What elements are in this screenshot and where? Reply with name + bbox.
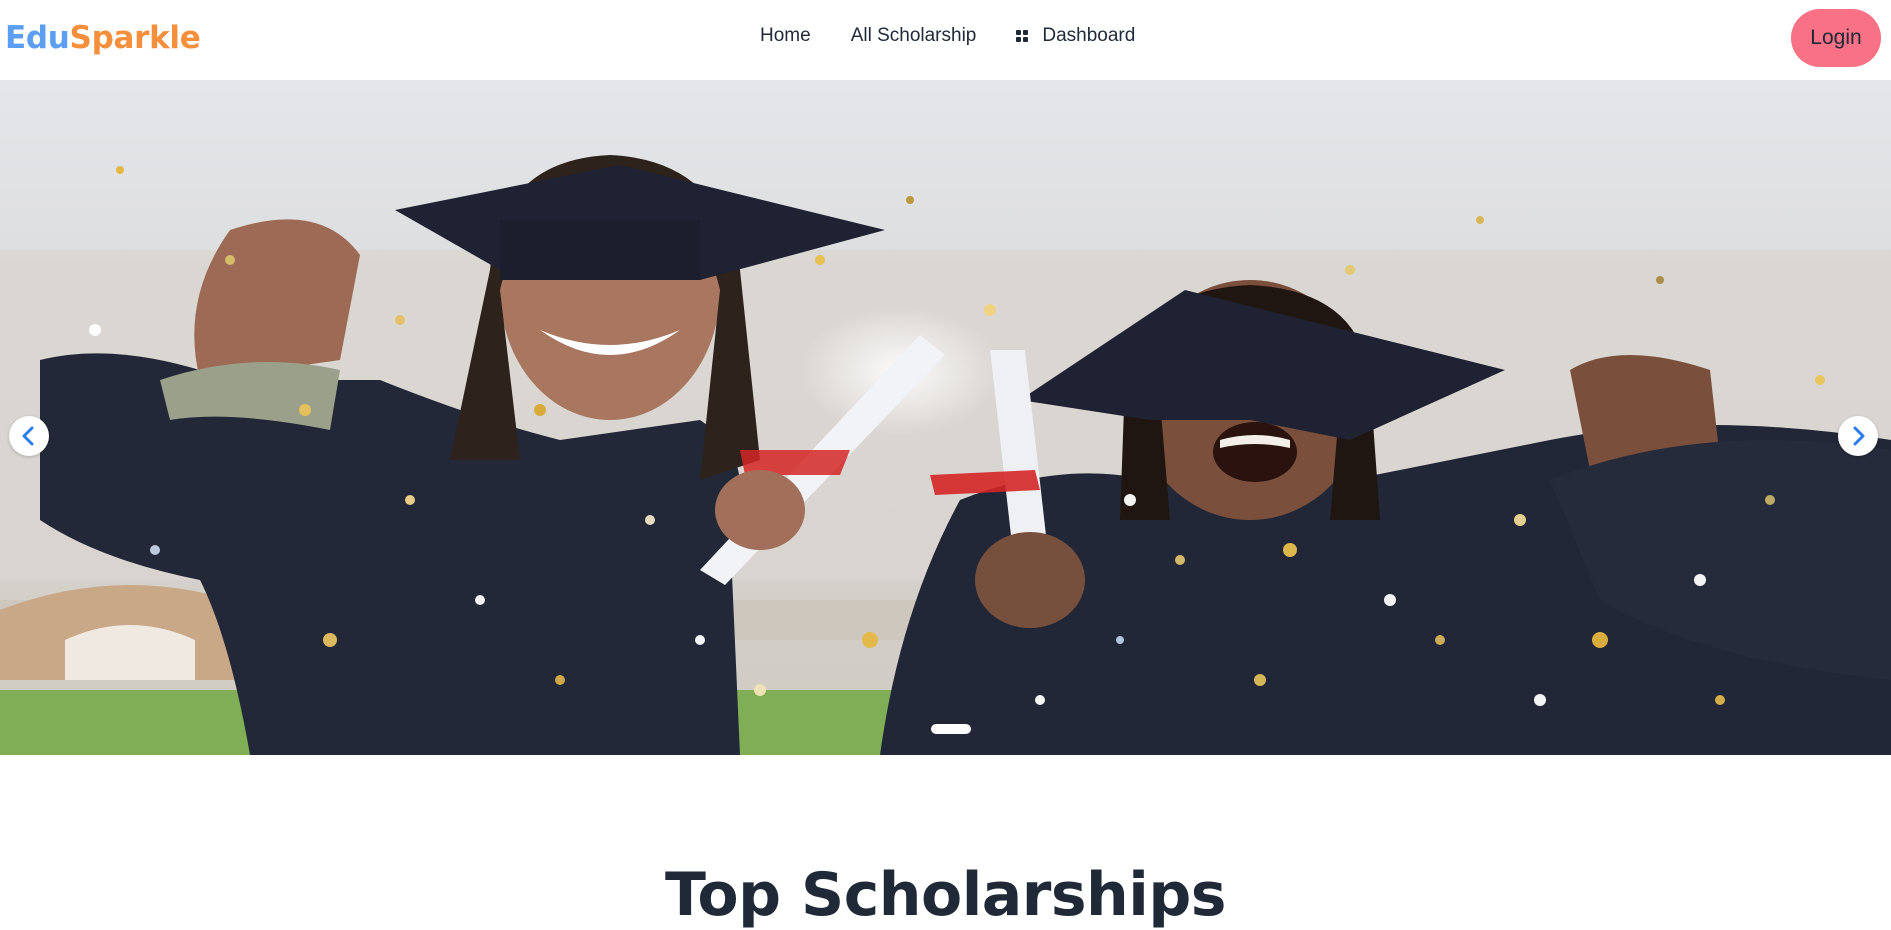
carousel-slide-indicator[interactable] bbox=[931, 724, 971, 734]
chevron-right-icon bbox=[1853, 426, 1865, 446]
brand-logo-sparkle: Sparkle bbox=[69, 20, 201, 56]
nav-menu: Home All Scholarship Dashboard bbox=[760, 25, 1135, 47]
navbar: EduSparkle Home All Scholarship Dashboar… bbox=[0, 0, 1891, 80]
login-button[interactable]: Login bbox=[1791, 9, 1881, 67]
chevron-left-icon bbox=[22, 426, 34, 446]
brand-logo[interactable]: EduSparkle bbox=[5, 20, 201, 56]
dashboard-grid-icon bbox=[1016, 30, 1029, 42]
graduation-celebration-photo bbox=[0, 80, 1891, 755]
nav-dashboard-label: Dashboard bbox=[1042, 25, 1136, 46]
brand-logo-edu: Edu bbox=[5, 20, 70, 56]
carousel-next-button[interactable] bbox=[1838, 416, 1878, 456]
nav-all-scholarship-link[interactable]: All Scholarship bbox=[851, 25, 977, 47]
nav-home-link[interactable]: Home bbox=[760, 25, 811, 47]
carousel-prev-button[interactable] bbox=[9, 416, 49, 456]
section-title-top-scholarships: Top Scholarships bbox=[664, 860, 1227, 930]
hero-carousel bbox=[0, 80, 1891, 755]
nav-dashboard-link[interactable]: Dashboard bbox=[1016, 25, 1135, 47]
